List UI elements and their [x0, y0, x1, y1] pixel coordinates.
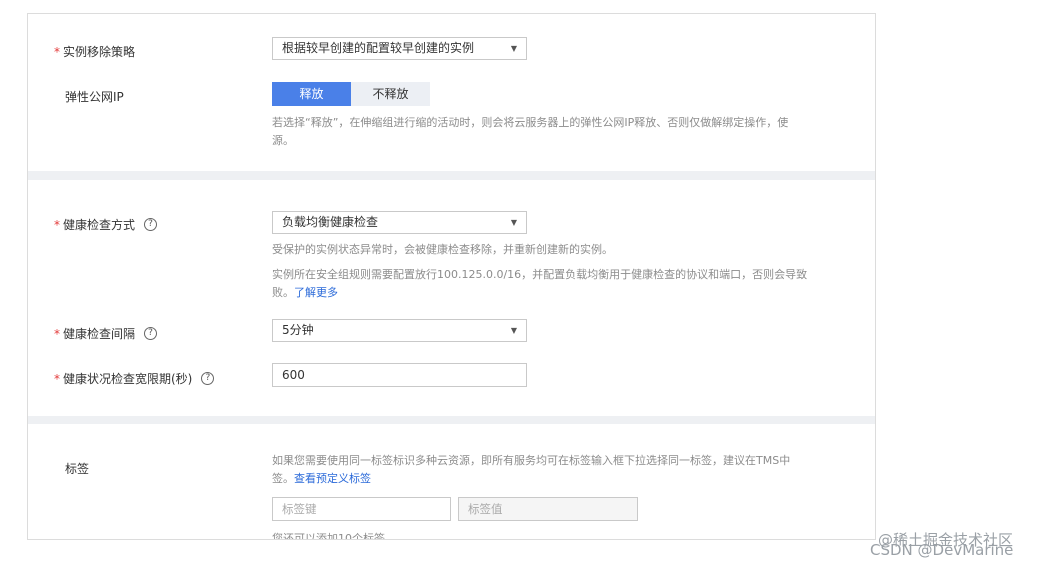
health-check-section: * 健康检查方式? 负载均衡健康检查 ▼ 受保护的实例状态异常时，会被健康检查移除… [28, 180, 875, 416]
removal-policy-select[interactable]: 根据较早创建的配置较早创建的实例 ▼ [272, 37, 527, 60]
grace-period-input[interactable]: 600 [272, 363, 527, 387]
chevron-down-icon: ▼ [510, 218, 517, 227]
form-panel: * 实例移除策略 根据较早创建的配置较早创建的实例 ▼ 弹性公网IP 释放 不释放… [27, 13, 876, 540]
eip-toggle-group: 释放 不释放 [272, 82, 430, 106]
eip-hint: 若选择“释放”，在伸缩组进行缩的活动时，则会将云服务器上的弹性公网IP释放、否则… [272, 116, 789, 129]
tags-hint-cont: 签。查看预定义标签 [272, 472, 371, 485]
health-check-interval-select[interactable]: 5分钟 ▼ [272, 319, 527, 342]
removal-policy-label: * 实例移除策略 [54, 45, 136, 59]
scaling-section: * 实例移除策略 根据较早创建的配置较早创建的实例 ▼ 弹性公网IP 释放 不释放… [28, 14, 875, 171]
required-mark: * [54, 218, 60, 232]
section-divider [28, 171, 875, 180]
tags-remaining-text: 您还可以添加10个标签。 [272, 532, 396, 540]
learn-more-link[interactable]: 了解更多 [294, 286, 338, 299]
health-check-mode-label: * 健康检查方式? [54, 216, 158, 233]
help-icon[interactable]: ? [144, 218, 158, 231]
predefined-tags-link[interactable]: 查看预定义标签 [294, 472, 371, 485]
help-icon[interactable]: ? [144, 327, 158, 340]
grace-period-label: * 健康状况检查宽限期(秒)? [54, 370, 215, 387]
tag-value-input[interactable]: 标签值 [458, 497, 638, 521]
tags-hint: 如果您需要使用同一标签标识多种云资源，即所有服务均可在标签输入框下拉选择同一标签… [272, 454, 791, 467]
eip-release-button[interactable]: 释放 [272, 82, 351, 106]
security-group-hint-cont: 败。了解更多 [272, 286, 338, 299]
required-mark: * [54, 45, 60, 59]
chevron-down-icon: ▼ [510, 44, 517, 53]
eip-keep-button[interactable]: 不释放 [351, 82, 430, 106]
section-divider [28, 416, 875, 424]
security-group-hint: 实例所在安全组规则需要配置放行100.125.0.0/16，并配置负载均衡用于健… [272, 268, 808, 281]
eip-label: 弹性公网IP [65, 90, 124, 104]
tag-key-input[interactable]: 标签键 [272, 497, 451, 521]
tags-section: 标签 如果您需要使用同一标签标识多种云资源，即所有服务均可在标签输入框下拉选择同… [28, 424, 875, 540]
tags-label: 标签 [65, 462, 90, 476]
required-mark: * [54, 327, 60, 341]
health-check-mode-select[interactable]: 负载均衡健康检查 ▼ [272, 211, 527, 234]
chevron-down-icon: ▼ [510, 326, 517, 335]
help-icon[interactable]: ? [201, 372, 215, 385]
health-check-hint: 受保护的实例状态异常时，会被健康检查移除，并重新创建新的实例。 [272, 243, 613, 256]
watermark-csdn: CSDN @DevMarine [870, 541, 1014, 559]
eip-hint-cont: 源。 [272, 134, 294, 147]
required-mark: * [54, 372, 60, 386]
health-check-interval-label: * 健康检查间隔? [54, 325, 158, 342]
